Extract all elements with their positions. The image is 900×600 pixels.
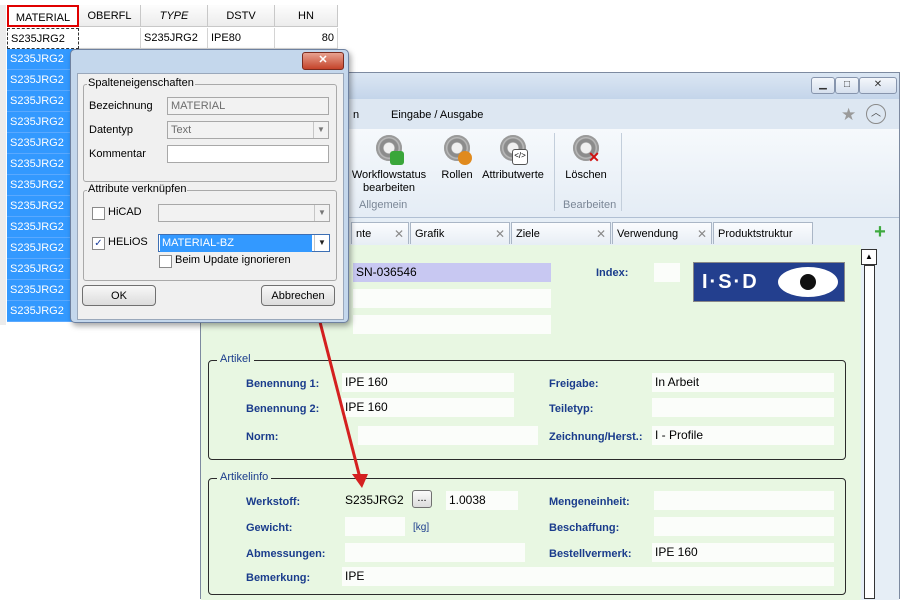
helios-select[interactable]: MATERIAL-BZ ▼	[158, 234, 330, 252]
update-ignore-label: Beim Update ignorieren	[175, 254, 291, 266]
helios-value: MATERIAL-BZ	[160, 235, 312, 252]
link-attributes-group: Attribute verknüpfen HiCAD ▼ ✓ HELiOS MA…	[83, 183, 337, 281]
column-properties-dialog: ✕ Spalteneigenschaften Bezeichnung MATER…	[70, 49, 349, 323]
datentyp-label: Datentyp	[89, 124, 134, 136]
update-ignore-checkbox[interactable]	[159, 255, 172, 268]
ok-button[interactable]: OK	[82, 285, 156, 306]
hicad-checkbox[interactable]	[92, 207, 105, 220]
helios-label: HELiOS	[108, 236, 148, 248]
kommentar-label: Kommentar	[89, 148, 146, 160]
chevron-down-icon[interactable]: ▼	[314, 235, 329, 251]
column-properties-title: Spalteneigenschaften	[87, 77, 195, 89]
dialog-close-button[interactable]: ✕	[302, 52, 344, 70]
bezeichnung-label: Bezeichnung	[89, 100, 153, 112]
hicad-label: HiCAD	[108, 206, 142, 218]
bezeichnung-field[interactable]: MATERIAL	[167, 97, 329, 115]
datentyp-select[interactable]: Text ▼	[167, 121, 329, 139]
chevron-down-icon[interactable]: ▼	[313, 122, 328, 138]
helios-checkbox[interactable]: ✓	[92, 237, 105, 250]
column-properties-group: Spalteneigenschaften Bezeichnung MATERIA…	[83, 77, 337, 182]
datentyp-value: Text	[171, 124, 192, 136]
hicad-select[interactable]: ▼	[158, 204, 330, 222]
kommentar-field[interactable]	[167, 145, 329, 163]
cancel-button[interactable]: Abbrechen	[261, 285, 335, 306]
link-attributes-title: Attribute verknüpfen	[87, 183, 188, 195]
chevron-down-icon[interactable]: ▼	[314, 205, 329, 221]
dialog-body: Spalteneigenschaften Bezeichnung MATERIA…	[77, 73, 344, 320]
